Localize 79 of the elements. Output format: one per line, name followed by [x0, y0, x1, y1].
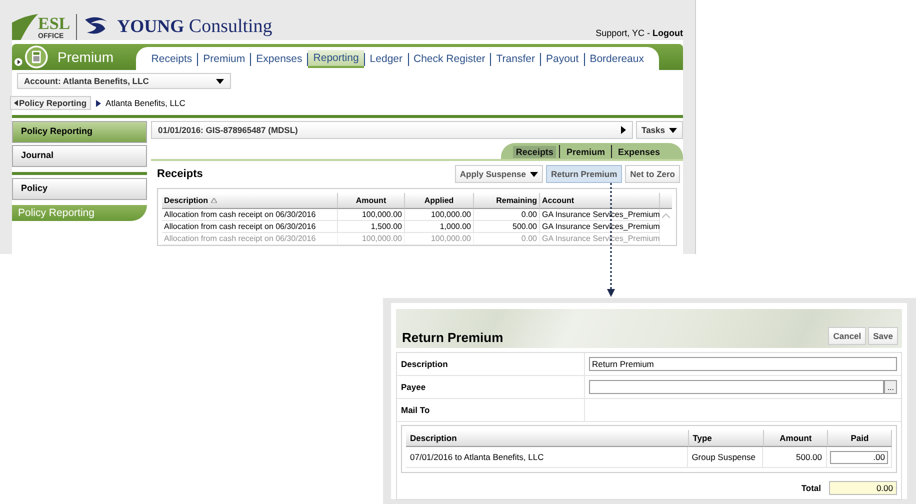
table-cell: 07/01/2016 to Atlanta Benefits, LLC [406, 447, 688, 468]
table-cell: 100,000.00 [405, 233, 474, 245]
nav-tab[interactable]: Expenses [251, 51, 308, 67]
account-dropdown[interactable]: Account: Atlanta Benefits, LLC [17, 73, 231, 89]
dropdown-button[interactable]: Apply Suspense [454, 165, 543, 183]
leaf-icon [12, 14, 38, 40]
total-field: 0.00 [829, 481, 897, 495]
subtab[interactable]: Premium [563, 146, 608, 158]
sort-icon [211, 198, 218, 203]
table-cell: Allocation from cash receipt on 06/30/2016 [162, 221, 338, 233]
column-header[interactable]: Description [162, 193, 338, 209]
column-header[interactable]: Amount [764, 430, 828, 447]
sidebar-item[interactable]: Policy Reporting [12, 121, 147, 143]
dialog-button[interactable]: Cancel [828, 327, 866, 345]
chevron-icon [96, 100, 101, 106]
nav-tab[interactable]: Reporting [308, 50, 364, 68]
policy-bar[interactable]: 01/01/2016: GIS-878965487 (MDSL) [151, 121, 633, 139]
table-cell: Group Suspense [688, 447, 763, 468]
nav-tab[interactable]: Payout [541, 51, 584, 67]
field-label: Description [397, 353, 585, 375]
total-label: Total [801, 483, 821, 493]
user-name: Support, YC - [596, 28, 650, 38]
paid-input[interactable]: .00 [830, 450, 888, 464]
logout-link[interactable]: Logout [652, 28, 683, 38]
nav-tab[interactable]: Transfer [491, 51, 540, 67]
dialog-title: Return Premium [402, 330, 504, 345]
table-cell: 500.00 [762, 447, 827, 468]
input-field[interactable]: Return Premium [589, 357, 897, 371]
field-label: Mail To [397, 399, 585, 421]
subtab[interactable]: Receipts [512, 146, 556, 158]
nav-tab[interactable]: Check Register [408, 51, 490, 67]
column-header[interactable]: Applied [405, 193, 474, 209]
column-header[interactable]: Amount [338, 193, 405, 209]
section-title: Receipts [157, 168, 203, 180]
calculator-icon [24, 44, 48, 70]
caret-icon [14, 100, 18, 106]
field-label: Payee [397, 376, 585, 398]
table-cell: 100,000.00 [338, 209, 405, 221]
module-title: Premium [58, 49, 115, 65]
table-cell: GA Insurance Services_Premium [540, 221, 660, 233]
lookup-button[interactable]: ... [884, 380, 897, 394]
caret-icon [216, 78, 224, 84]
table-cell: 500.00 [474, 221, 540, 233]
column-header[interactable]: Paid [828, 430, 892, 447]
nav-tab[interactable]: Receipts [146, 51, 198, 67]
input-field[interactable] [589, 380, 884, 394]
table-cell: Allocation from cash receipt on 06/30/2016 [162, 209, 338, 221]
action-button[interactable]: Return Premium [546, 165, 622, 183]
sidebar-item[interactable]: Policy [12, 178, 147, 200]
table-cell: 100,000.00 [405, 209, 474, 221]
column-header[interactable]: Description [406, 430, 689, 447]
play-icon[interactable] [14, 57, 23, 67]
company-logo-text: YOUNG Consulting [117, 16, 272, 38]
caret-icon [530, 172, 538, 176]
table-cell: GA Insurance Services_Premium [540, 233, 660, 245]
sidebar-item[interactable]: Journal [12, 145, 147, 167]
nav-tab[interactable]: Bordereaux [584, 51, 649, 67]
table-cell: 1,500.00 [338, 221, 405, 233]
nav-tab[interactable]: Ledger [364, 51, 408, 67]
table-cell: 0.00 [474, 233, 540, 245]
column-header[interactable]: Type [688, 430, 764, 447]
table-cell: GA Insurance Services_Premium [540, 209, 660, 221]
tasks-button[interactable]: Tasks [636, 121, 683, 139]
table-cell: 100,000.00 [338, 233, 405, 245]
table-cell: Allocation from cash receipt on 06/30/2016 [162, 233, 338, 245]
subtab[interactable]: Expenses [614, 146, 663, 158]
table-cell: 0.00 [474, 209, 540, 221]
column-header[interactable]: Remaining [474, 193, 540, 209]
chevron-icon [620, 126, 626, 134]
action-button[interactable]: Net to Zero [625, 165, 680, 183]
table-cell: 1,000.00 [405, 221, 474, 233]
nav-tab[interactable]: Premium [198, 51, 250, 67]
scroll-up-icon[interactable] [662, 212, 670, 218]
column-header[interactable]: Account [540, 193, 660, 209]
back-button[interactable]: Policy Reporting [10, 96, 91, 110]
sidebar-section-banner: Policy Reporting [12, 205, 147, 221]
dialog-button[interactable]: Save [868, 327, 898, 345]
breadcrumb-current: Atlanta Benefits, LLC [106, 98, 186, 108]
caret-icon [669, 128, 677, 132]
